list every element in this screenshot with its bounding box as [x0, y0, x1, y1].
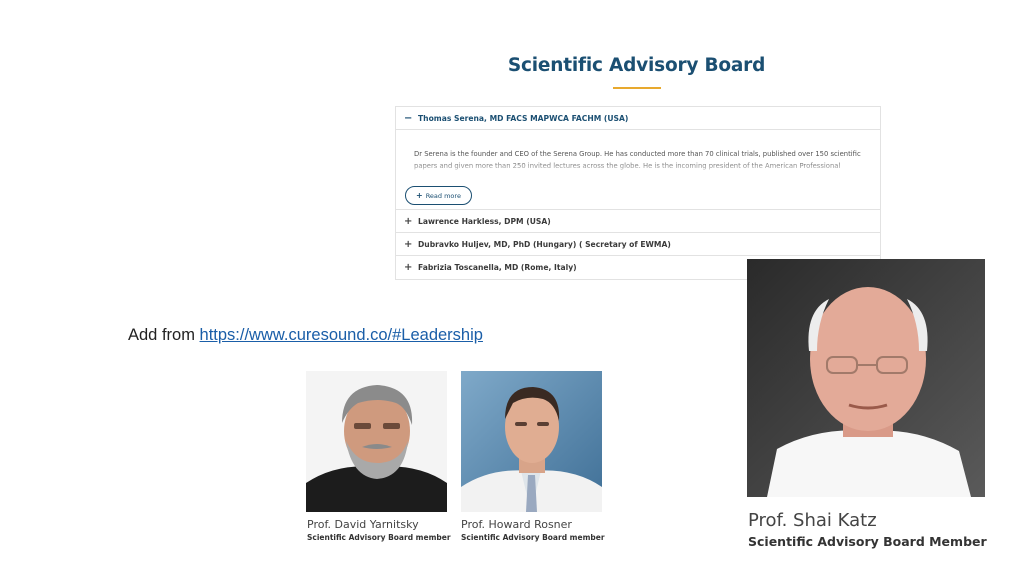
- accordion-item-dubravko-huljev[interactable]: + Dubravko Huljev, MD, PhD (Hungary) ( S…: [396, 233, 880, 256]
- accordion-item-body: Dr Serena is the founder and CEO of the …: [396, 130, 880, 210]
- accordion-item-label: Thomas Serena, MD FACS MAPWCA FACHM (USA…: [418, 113, 629, 123]
- section-title: Scientific Advisory Board: [507, 55, 766, 76]
- portrait-howard-rosner: [461, 371, 602, 512]
- plus-icon: +: [404, 215, 413, 227]
- member-name: Prof. Howard Rosner: [461, 518, 572, 531]
- plus-icon: +: [416, 191, 423, 200]
- accordion-item-lawrence-harkless[interactable]: + Lawrence Harkless, DPM (USA): [396, 210, 880, 233]
- portrait-david-yarnitsky: [306, 371, 447, 512]
- portrait-illustration: [306, 371, 447, 512]
- read-more-label: Read more: [425, 191, 461, 200]
- plus-icon: +: [404, 262, 413, 273]
- minus-icon: −: [404, 112, 413, 124]
- portrait-illustration: [461, 371, 602, 512]
- advisory-accordion: − Thomas Serena, MD FACS MAPWCA FACHM (U…: [395, 106, 881, 280]
- accordion-item-label: Dubravko Huljev, MD, PhD (Hungary) ( Sec…: [418, 239, 671, 249]
- leadership-link[interactable]: https://www.curesound.co/#Leadership: [200, 326, 483, 344]
- plus-icon: +: [404, 238, 413, 250]
- source-note-prefix: Add from: [128, 326, 200, 344]
- accordion-item-label: Lawrence Harkless, DPM (USA): [418, 216, 551, 226]
- accordion-item-label: Fabrizia Toscanella, MD (Rome, Italy): [418, 263, 577, 272]
- member-role: Scientific Advisory Board member: [461, 533, 605, 542]
- member-role: Scientific Advisory Board Member: [748, 534, 987, 549]
- section-heading: Scientific Advisory Board: [470, 55, 803, 89]
- accordion-item-thomas-serena[interactable]: − Thomas Serena, MD FACS MAPWCA FACHM (U…: [396, 107, 880, 130]
- member-name: Prof. Shai Katz: [748, 510, 877, 531]
- member-name: Prof. David Yarnitsky: [307, 518, 419, 531]
- title-underline: [612, 87, 661, 89]
- portrait-shai-katz: [747, 259, 985, 497]
- member-role: Scientific Advisory Board member: [307, 533, 451, 542]
- portrait-illustration: [747, 259, 985, 497]
- text-fade: [396, 160, 880, 174]
- source-note: Add from https://www.curesound.co/#Leade…: [128, 326, 483, 345]
- read-more-button[interactable]: + Read more: [405, 186, 472, 205]
